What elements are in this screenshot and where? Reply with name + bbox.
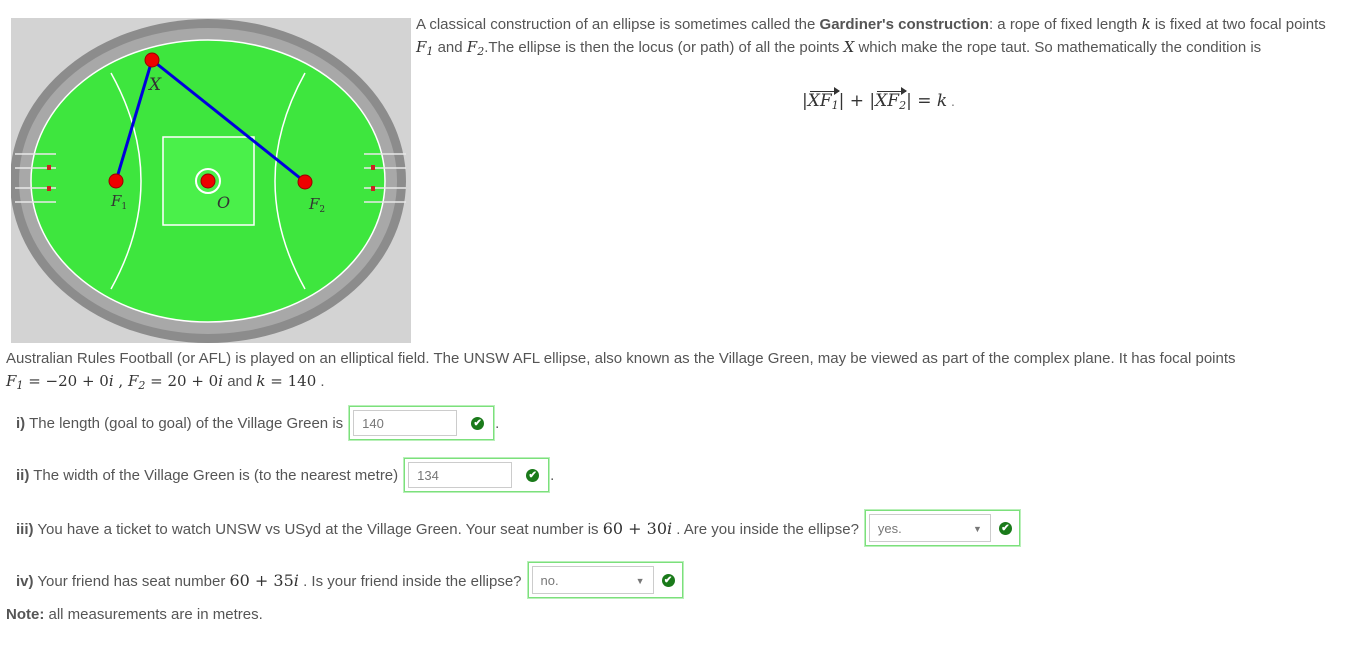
intro-text-5: .The ellipse is then the locus (or path)… [484,39,844,56]
intro-text-1: A classical construction of an ellipse i… [416,16,820,33]
question-4: iv) Your friend has seat number 60 + 35i… [16,562,683,598]
question-2: ii) The width of the Village Green is (t… [16,458,554,492]
question-4-answer-box: no. ▼ ✔ [527,562,683,598]
point-f1[interactable] [108,173,124,189]
ellipse-condition-formula: |XF1| + |XF2| = k . [802,87,955,112]
desc-comma: , [113,372,128,390]
question-2-label: ii) The width of the Village Green is (t… [16,466,399,484]
inside-ellipse-select[interactable]: yes. ▼ [868,514,991,542]
point-x[interactable] [144,52,160,68]
period: . [495,414,500,432]
label-x: X [147,75,162,95]
question-1-answer-box: 140 ✔ [349,406,495,440]
desc-end: . [316,373,325,390]
intro-f1: F1 [416,38,434,58]
formula-plus: | + | [838,91,876,111]
correct-check-icon: ✔ [526,468,540,482]
width-input[interactable]: 134 [408,462,513,488]
description-paragraph: Australian Rules Football (or AFL) is pl… [6,348,1346,397]
vector-xf2: XF2 [875,87,907,112]
question-3: iii) You have a ticket to watch UNSW vs … [16,510,1020,546]
formula-end: . [947,93,955,109]
question-3-answer-box: yes. ▼ ✔ [864,510,1020,546]
question-4-label: iv) Your friend has seat number 60 + 35i… [16,570,522,590]
desc-f1-value: = −20 + 0i [23,372,114,390]
vector-xf1: XF1 [807,87,840,112]
formula-equals: | = [906,91,937,111]
intro-text-6: which make the rope taut. So mathematica… [854,39,1262,56]
question-1: i) The length (goal to goal) of the Vill… [16,406,499,440]
label-o: O [217,193,230,212]
point-o [200,173,216,189]
period: . [550,466,555,484]
correct-check-icon: ✔ [998,521,1012,535]
friend-inside-ellipse-select[interactable]: no. ▼ [531,566,654,594]
chevron-down-icon: ▼ [635,576,645,586]
note-text: all measurements are in metres. [44,606,263,623]
question-3-label: iii) You have a ticket to watch UNSW vs … [16,518,859,538]
desc-f2-value: = 20 + 0i [145,372,224,390]
desc-k-value: = 140 [265,372,317,390]
correct-check-icon: ✔ [471,416,485,430]
correct-check-icon: ✔ [661,573,675,587]
point-f2[interactable] [297,174,313,190]
desc-f1: F1 [6,372,24,392]
note: Note: all measurements are in metres. [6,606,263,623]
desc-and: and [223,373,257,390]
chevron-down-icon: ▼ [973,524,982,534]
intro-f2: F2 [466,38,485,58]
question-2-answer-box: 134 ✔ [404,458,550,492]
intro-x: X [843,38,855,56]
formula-k: k [936,91,948,111]
desc-f2: F2 [127,372,146,392]
intro-k: k [1141,15,1151,33]
intro-text-4: and [433,39,467,56]
note-label: Note: [6,606,45,623]
intro-text-2: : a rope of fixed length [988,16,1142,33]
length-input[interactable]: 140 [353,410,458,436]
gardiners-construction-term: Gardiner's construction [819,16,989,33]
intro-paragraph: A classical construction of an ellipse i… [416,13,1346,63]
desc-k: k [256,372,266,390]
intro-text-3: is fixed at two focal points [1150,16,1326,33]
ellipse-diagram: X F1 F2 O [10,19,406,343]
desc-text: Australian Rules Football (or AFL) is pl… [6,350,1236,367]
ellipse-figure: X F1 F2 O [10,18,411,343]
question-1-label: i) The length (goal to goal) of the Vill… [16,414,344,432]
